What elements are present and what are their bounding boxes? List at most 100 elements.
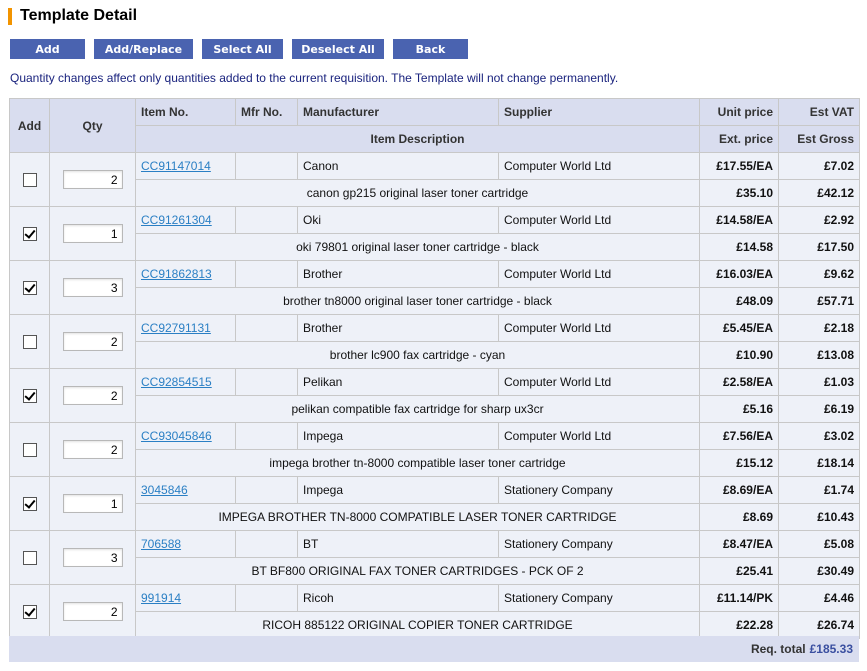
add-checkbox[interactable] (22, 172, 37, 187)
table-row-description: brother tn8000 original laser toner cart… (10, 287, 860, 315)
select-all-button[interactable]: Select All (202, 39, 283, 59)
mfr-no-cell (235, 152, 298, 180)
back-button[interactable]: Back (393, 39, 468, 59)
supplier-cell: Computer World Ltd (498, 206, 700, 234)
supplier-cell: Computer World Ltd (498, 368, 700, 396)
manufacturer-cell: Impega (297, 422, 499, 450)
item-no-link[interactable]: 991914 (141, 591, 181, 605)
manufacturer-cell: Brother (297, 260, 499, 288)
mfr-no-cell (235, 530, 298, 558)
item-no-link[interactable]: 3045846 (141, 483, 188, 497)
item-no-cell: CC92854515 (135, 368, 236, 396)
header-row-2: Item Description Ext. price Est Gross (10, 125, 860, 153)
add-checkbox[interactable] (22, 496, 37, 511)
manufacturer-cell: Oki (297, 206, 499, 234)
qty-input[interactable] (62, 440, 123, 459)
item-no-cell: CC91862813 (135, 260, 236, 288)
add-cell (9, 422, 50, 477)
add-checkbox[interactable] (22, 550, 37, 565)
manufacturer-cell: BT (297, 530, 499, 558)
mfr-no-cell (235, 368, 298, 396)
add-replace-button[interactable]: Add/Replace (94, 39, 193, 59)
requisition-total-bar: Req. total £185.33 (9, 636, 859, 662)
supplier-cell: Stationery Company (498, 584, 700, 612)
item-no-link[interactable]: CC91862813 (141, 267, 212, 281)
est-gross-cell: £6.19 (778, 395, 860, 423)
item-description-cell: canon gp215 original laser toner cartrid… (135, 179, 700, 207)
item-no-cell: CC92791131 (135, 314, 236, 342)
qty-input[interactable] (62, 548, 123, 567)
info-note: Quantity changes affect only quantities … (10, 71, 619, 85)
col-header-qty: Qty (49, 98, 136, 153)
col-header-ext-price: Ext. price (699, 125, 779, 153)
table-row: CC91862813 BrotherComputer World Ltd£16.0… (9, 260, 860, 315)
qty-input[interactable] (62, 278, 123, 297)
col-header-item-no: Item No. (135, 98, 236, 126)
manufacturer-cell: Pelikan (297, 368, 499, 396)
deselect-all-button[interactable]: Deselect All (292, 39, 384, 59)
add-checkbox[interactable] (22, 442, 37, 457)
qty-cell (49, 422, 136, 477)
supplier-cell: Computer World Ltd (498, 260, 700, 288)
add-checkbox[interactable] (22, 226, 37, 241)
ext-price-cell: £10.90 (699, 341, 779, 369)
add-checkbox[interactable] (22, 388, 37, 403)
item-no-link[interactable]: CC91261304 (141, 213, 212, 227)
col-header-item-description: Item Description (135, 125, 700, 153)
qty-cell (49, 206, 136, 261)
item-no-link[interactable]: CC93045846 (141, 429, 212, 443)
mfr-no-cell (235, 314, 298, 342)
ext-price-cell: £5.16 (699, 395, 779, 423)
req-total-label: Req. total (750, 642, 806, 656)
add-checkbox[interactable] (22, 334, 37, 349)
qty-input[interactable] (62, 602, 123, 621)
qty-input[interactable] (62, 494, 123, 513)
unit-price-cell: £5.45/EA (699, 314, 779, 342)
ext-price-cell: £25.41 (699, 557, 779, 585)
page-header: Template Detail (8, 6, 137, 26)
add-button[interactable]: Add (10, 39, 85, 59)
table-row: 991914 RicohStationery Company£11.14/PK£4… (9, 584, 860, 639)
ext-price-cell: £14.58 (699, 233, 779, 261)
qty-input[interactable] (62, 386, 123, 405)
unit-price-cell: £8.47/EA (699, 530, 779, 558)
add-checkbox[interactable] (22, 604, 37, 619)
est-vat-cell: £1.74 (778, 476, 860, 504)
qty-input[interactable] (62, 224, 123, 243)
item-no-cell: 991914 (135, 584, 236, 612)
add-cell (9, 584, 50, 639)
item-no-link[interactable]: CC91147014 (141, 159, 211, 173)
add-checkbox[interactable] (22, 280, 37, 295)
qty-cell (49, 530, 136, 585)
table-row: CC91261304 OkiComputer World Ltd£14.58/EA… (9, 206, 860, 261)
title-accent-bar (8, 7, 12, 25)
est-vat-cell: £1.03 (778, 368, 860, 396)
manufacturer-cell: Impega (297, 476, 499, 504)
est-gross-cell: £18.14 (778, 449, 860, 477)
est-gross-cell: £57.71 (778, 287, 860, 315)
ext-price-cell: £35.10 (699, 179, 779, 207)
unit-price-cell: £14.58/EA (699, 206, 779, 234)
col-header-est-gross: Est Gross (778, 125, 860, 153)
qty-cell (49, 260, 136, 315)
table-row: CC92854515 PelikanComputer World Ltd£2.58… (9, 368, 860, 423)
item-no-link[interactable]: CC92791131 (141, 321, 211, 335)
qty-input[interactable] (62, 170, 123, 189)
est-vat-cell: £5.08 (778, 530, 860, 558)
manufacturer-cell: Ricoh (297, 584, 499, 612)
manufacturer-cell: Canon (297, 152, 499, 180)
est-gross-cell: £26.74 (778, 611, 860, 639)
item-description-cell: impega brother tn-8000 compatible laser … (135, 449, 700, 477)
col-header-supplier: Supplier (498, 98, 700, 126)
unit-price-cell: £8.69/EA (699, 476, 779, 504)
qty-input[interactable] (62, 332, 123, 351)
col-header-est-vat: Est VAT (778, 98, 860, 126)
req-total-value: £185.33 (809, 642, 853, 656)
col-header-mfr-no: Mfr No. (235, 98, 298, 126)
est-vat-cell: £3.02 (778, 422, 860, 450)
unit-price-cell: £11.14/PK (699, 584, 779, 612)
item-no-link[interactable]: CC92854515 (141, 375, 212, 389)
col-header-unit-price: Unit price (699, 98, 779, 126)
add-cell (9, 530, 50, 585)
item-no-link[interactable]: 706588 (141, 537, 181, 551)
